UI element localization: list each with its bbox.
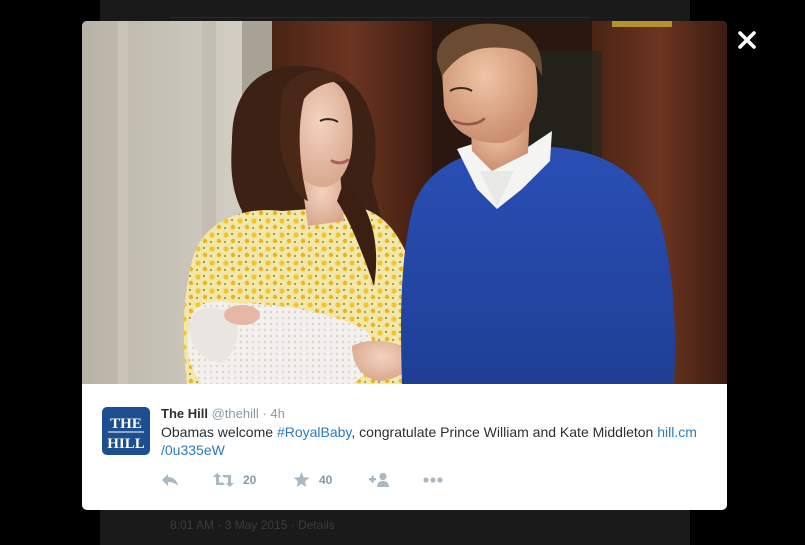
the-hill-logo: THE HILL bbox=[102, 407, 150, 455]
follow-user-icon bbox=[369, 472, 389, 487]
header-separator: · bbox=[262, 406, 267, 421]
more-button[interactable] bbox=[423, 470, 443, 490]
tweet-header: The Hill @thehill · 4h bbox=[161, 406, 285, 421]
background-details-link[interactable]: Details bbox=[298, 518, 335, 532]
retweet-button[interactable]: 20 bbox=[213, 470, 256, 490]
tweet-link-line1: hill.cm bbox=[657, 424, 697, 440]
avatar[interactable]: THE HILL bbox=[102, 407, 150, 455]
close-button[interactable] bbox=[735, 28, 759, 52]
tweet-text-middle: , congratulate Prince William and Kate M… bbox=[351, 424, 658, 440]
favorite-count: 40 bbox=[319, 473, 333, 487]
reply-icon bbox=[162, 474, 178, 486]
star-icon bbox=[293, 472, 310, 488]
tweet-time[interactable]: 4h bbox=[270, 406, 284, 421]
tweet-actions: 20 40 bbox=[161, 470, 561, 490]
background-tweet-meta: 8:01 AM - 3 May 2015 · Details bbox=[170, 518, 335, 532]
svg-text:HILL: HILL bbox=[107, 436, 145, 452]
tweet-card: THE HILL The Hill @thehill · 4h Obamas w… bbox=[82, 384, 727, 510]
hashtag-link[interactable]: #RoyalBaby bbox=[277, 424, 351, 440]
reply-button[interactable] bbox=[161, 470, 179, 490]
tweet-text-before: Obamas welcome bbox=[161, 424, 277, 440]
tweet-photo[interactable] bbox=[82, 21, 727, 384]
background-timestamp: 8:01 AM - 3 May 2015 bbox=[170, 518, 288, 532]
retweet-icon bbox=[213, 473, 234, 487]
favorite-button[interactable]: 40 bbox=[293, 470, 332, 490]
author-name[interactable]: The Hill bbox=[161, 406, 208, 421]
more-icon bbox=[423, 477, 443, 483]
tweet-text: Obamas welcome #RoyalBaby, congratulate … bbox=[161, 423, 711, 459]
svg-text:THE: THE bbox=[110, 416, 142, 432]
background-page-header bbox=[170, 0, 590, 18]
follow-button[interactable] bbox=[369, 470, 389, 490]
retweet-count: 20 bbox=[243, 473, 257, 487]
close-icon bbox=[738, 31, 756, 49]
media-lightbox: THE HILL The Hill @thehill · 4h Obamas w… bbox=[82, 21, 727, 510]
tweet-link-line2: /0u335eW bbox=[161, 442, 225, 458]
author-handle[interactable]: @thehill bbox=[212, 406, 259, 421]
